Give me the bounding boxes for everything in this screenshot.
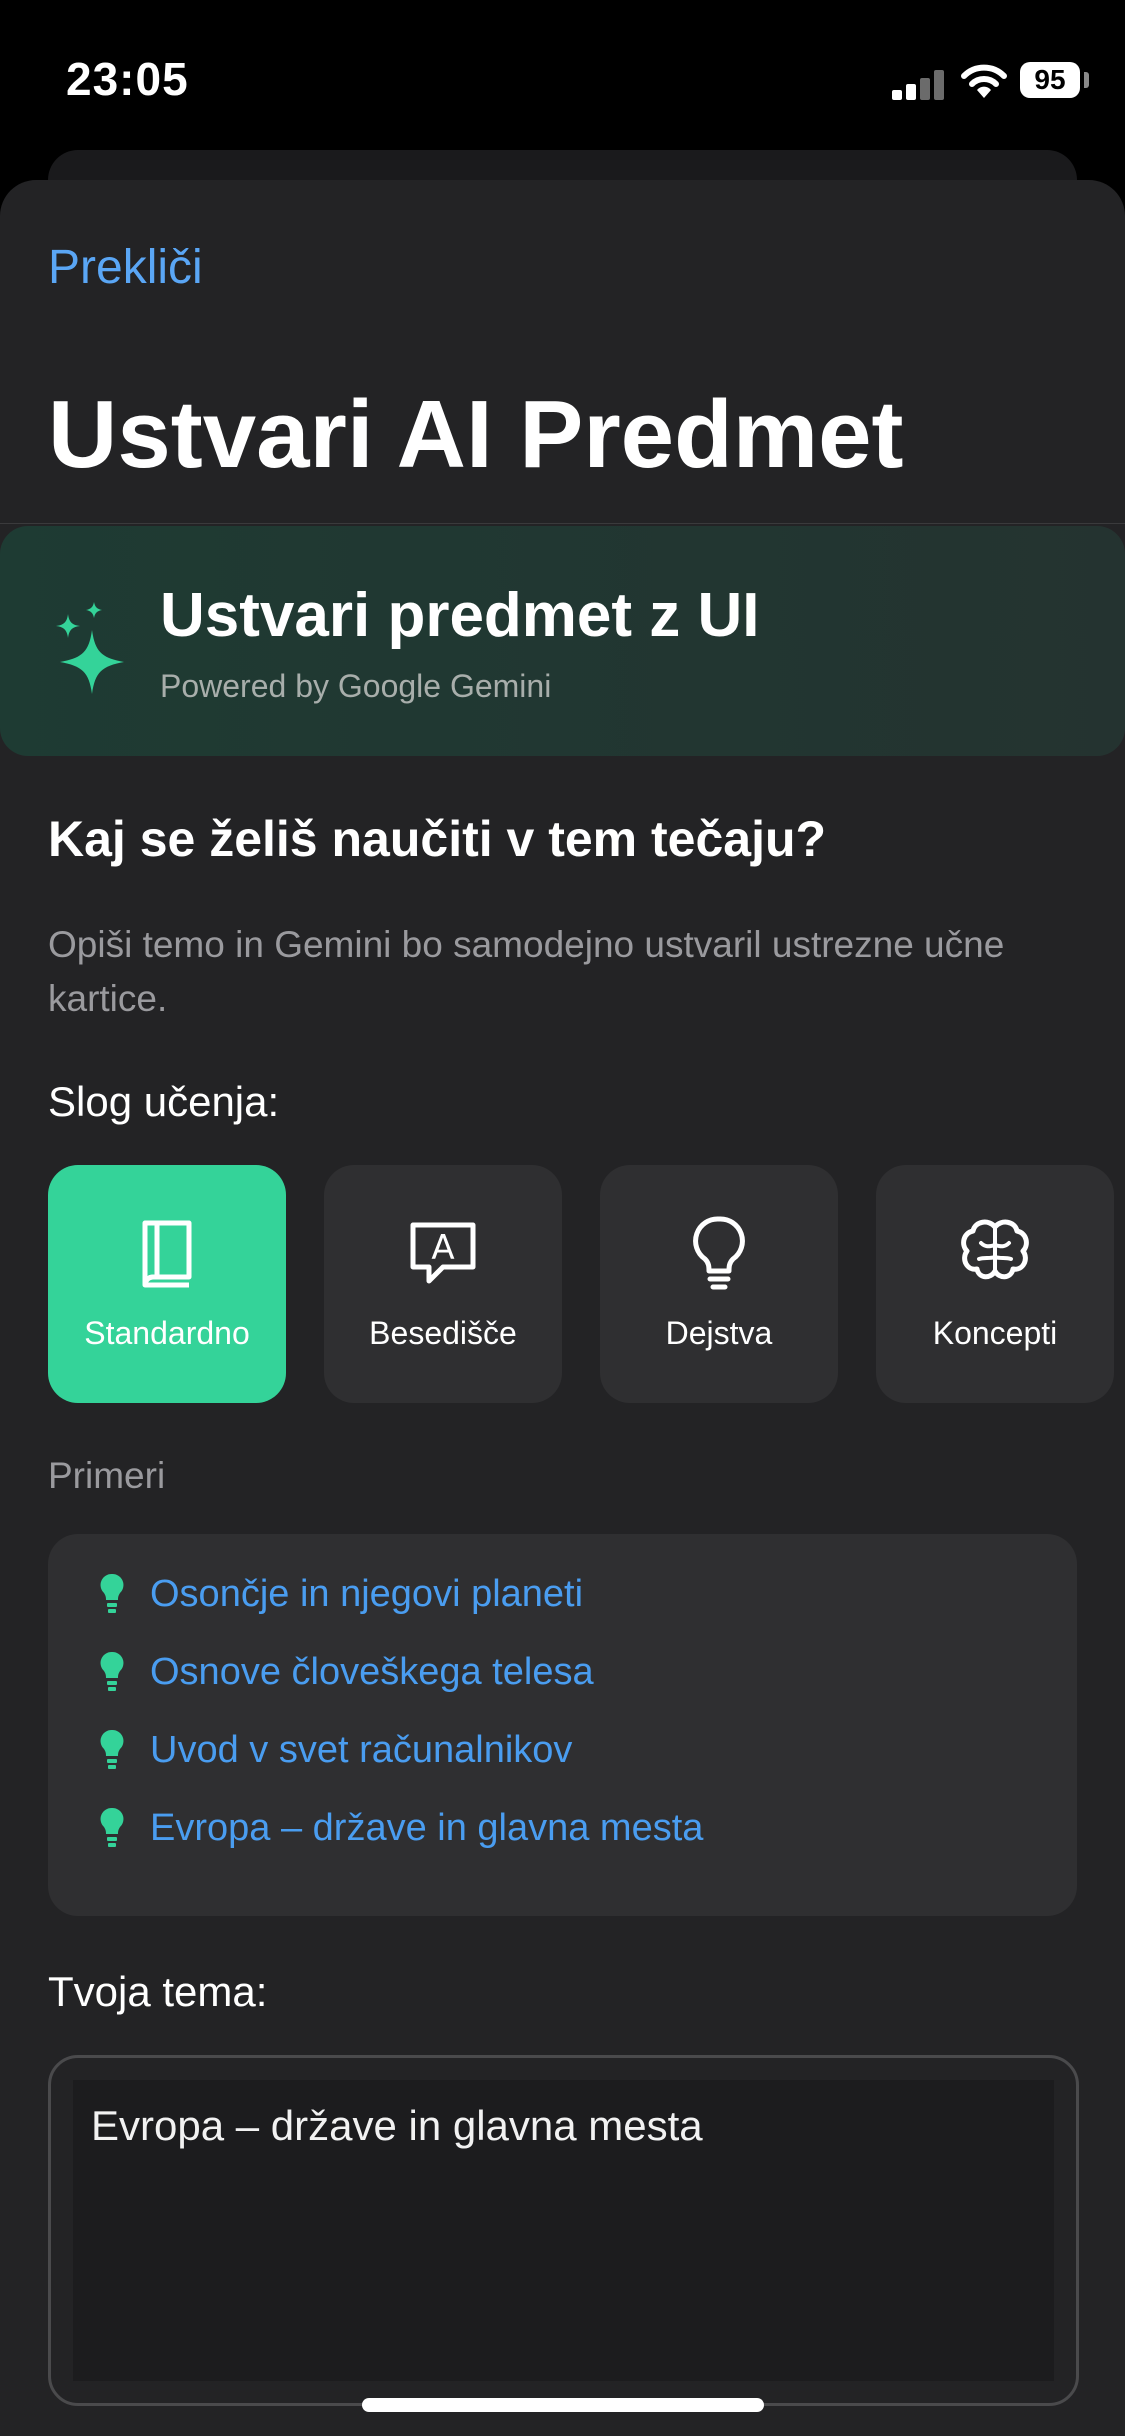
prompt-description: Opiši temo in Gemini bo samodejno ustvar… bbox=[48, 924, 1005, 1019]
topic-label: Tvoja tema: bbox=[48, 1968, 268, 2015]
status-time: 23:05 bbox=[66, 53, 189, 105]
lightbulb-icon bbox=[100, 1729, 124, 1769]
sparkle-icon bbox=[56, 602, 124, 694]
lightbulb-icon bbox=[693, 1216, 745, 1290]
style-option-besedisce[interactable]: A Besedišče bbox=[324, 1165, 562, 1403]
battery-tip bbox=[1084, 72, 1089, 88]
style-option-label: Standardno bbox=[84, 1315, 250, 1351]
topic-field[interactable]: Evropa – države in glavna mesta bbox=[48, 2055, 1079, 2406]
svg-text:A: A bbox=[431, 1228, 454, 1268]
style-option-dejstva[interactable]: Dejstva bbox=[600, 1165, 838, 1403]
example-text: Osončje in njegovi planeti bbox=[150, 1573, 584, 1615]
wifi-icon bbox=[961, 64, 1007, 98]
lightbulb-icon bbox=[100, 1651, 124, 1691]
battery-indicator: 95 bbox=[1020, 62, 1080, 98]
topic-input-value[interactable]: Evropa – države in glavna mesta bbox=[91, 2102, 703, 2150]
cancel-button[interactable]: Prekliči bbox=[48, 240, 203, 295]
ai-banner: Ustvari predmet z UI Powered by Google G… bbox=[0, 526, 1125, 756]
style-option-label: Dejstva bbox=[665, 1315, 773, 1351]
example-text: Osnove človeškega telesa bbox=[150, 1651, 594, 1693]
status-bar: 23:05 95 bbox=[0, 0, 1125, 150]
examples-list: Osončje in njegovi planeti Osnove človeš… bbox=[48, 1534, 1077, 1916]
ai-banner-title: Ustvari predmet z UI bbox=[160, 581, 760, 650]
style-option-standardno[interactable]: Standardno bbox=[48, 1165, 286, 1403]
lightbulb-icon bbox=[100, 1573, 124, 1613]
home-indicator bbox=[362, 2398, 764, 2412]
topic-input-area[interactable]: Evropa – države in glavna mesta bbox=[73, 2080, 1054, 2381]
style-option-label: Koncepti bbox=[932, 1315, 1058, 1351]
book-icon bbox=[142, 1220, 192, 1288]
brain-icon bbox=[961, 1219, 1029, 1280]
cellular-signal-icon bbox=[892, 70, 944, 100]
example-text: Evropa – države in glavna mesta bbox=[150, 1807, 704, 1849]
example-text: Uvod v svet računalnikov bbox=[150, 1729, 573, 1771]
learning-style-label: Slog učenja: bbox=[48, 1078, 280, 1125]
lightbulb-icon bbox=[100, 1807, 124, 1847]
examples-label: Primeri bbox=[48, 1455, 166, 1496]
page-title: Ustvari AI Predmet bbox=[48, 381, 904, 488]
create-subject-sheet: Prekliči Ustvari AI Predmet Ustvari pred… bbox=[0, 180, 1125, 2436]
speech-bubble-a-icon: A bbox=[410, 1222, 476, 1284]
style-option-label: Besedišče bbox=[369, 1315, 517, 1351]
prompt-question: Kaj se želiš naučiti v tem tečaju? bbox=[48, 811, 827, 867]
ai-banner-subtitle: Powered by Google Gemini bbox=[160, 668, 552, 704]
header-divider bbox=[0, 523, 1125, 524]
style-option-koncepti[interactable]: Koncepti bbox=[876, 1165, 1114, 1403]
